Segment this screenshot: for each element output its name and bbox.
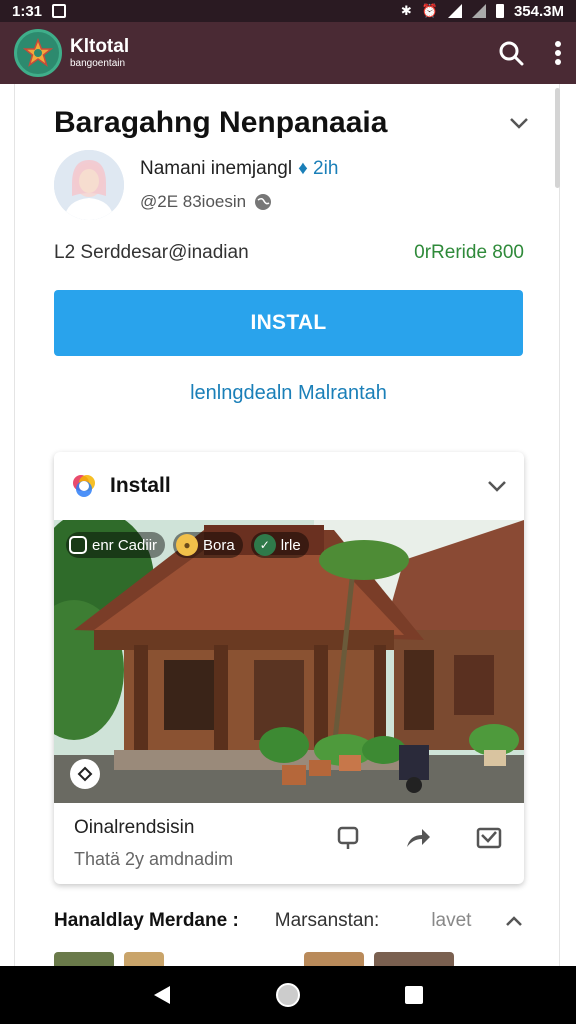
battery-icon [495, 4, 504, 18]
chip-2-label: Bora [203, 536, 235, 554]
chip-3-label: lrle [280, 536, 301, 554]
star-logo-icon [23, 38, 53, 67]
signal-2-icon [471, 4, 486, 18]
message-icon[interactable] [476, 826, 502, 850]
house-photo[interactable]: enr Cadiir ● Bora ✓ lrle [54, 520, 524, 803]
system-nav-bar [0, 966, 576, 1024]
tab-1[interactable]: Hanaldlay Merdane : [54, 910, 239, 932]
author-name: Namani inemjangl [140, 158, 293, 179]
card-footer-subtitle: Thatä 2y amdnadim [74, 849, 234, 869]
chevron-up-icon[interactable] [504, 915, 524, 927]
check-icon: ✓ [253, 534, 276, 556]
thumbnail[interactable] [124, 952, 164, 966]
instagram-icon [69, 536, 87, 554]
author-tag: ♦ 2ih [298, 158, 339, 179]
install-button[interactable]: INSTAL [54, 290, 523, 356]
share-icon[interactable] [404, 826, 432, 850]
chip-2[interactable]: ● Bora [173, 532, 243, 558]
app-bar: Kltotal bangoentain [0, 22, 576, 84]
app-colorful-icon [73, 475, 95, 497]
thumbnail[interactable] [304, 952, 364, 966]
meta-row: L2 Serddesar@inadian 0rReride 800 [54, 242, 524, 264]
play-button[interactable] [70, 759, 100, 789]
thumbnail[interactable] [174, 952, 294, 966]
author-profile[interactable]: Namani inemjangl ♦ 2ih @2E 83ioesin [54, 150, 338, 220]
alarm-icon: ⏰ [421, 3, 438, 18]
signal-icon [447, 4, 462, 18]
card-header[interactable]: Install [54, 452, 524, 520]
clock: 1:31 [12, 2, 43, 20]
author-handle: @2E 83ioesin [140, 192, 247, 211]
tab-2[interactable]: Marsanstan: [275, 910, 380, 932]
home-icon[interactable] [275, 982, 301, 1008]
scrollbar[interactable] [555, 88, 560, 188]
recents-icon[interactable] [404, 985, 424, 1005]
thumbnail-strip [54, 952, 524, 966]
chevron-down-icon[interactable] [508, 116, 530, 130]
avatar[interactable] [54, 150, 124, 220]
thumbnail[interactable] [374, 952, 454, 966]
card-title: Install [110, 474, 171, 497]
logo[interactable] [14, 29, 62, 77]
comment-icon[interactable] [336, 825, 360, 851]
install-card: Install enr Cadiir ● Bora ✓ lrle Oinalre… [54, 452, 524, 884]
author-name-row: Namani inemjangl ♦ 2ih [140, 158, 338, 180]
brand-name: Kltotal [70, 36, 130, 57]
play-icon [77, 766, 93, 782]
app-title: Baragahng Nenpanaaia [54, 106, 388, 139]
avatar-icon [54, 150, 124, 220]
app-title-row: Baragahng Nenpanaaia [40, 106, 530, 140]
brand: Kltotal bangoentain [70, 37, 129, 69]
notification-icon [52, 4, 67, 18]
globe-icon [255, 194, 272, 210]
back-icon[interactable] [152, 984, 172, 1006]
brand-subtitle: bangoentain [70, 58, 126, 69]
meta-right: 0rReride 800 [414, 242, 524, 263]
section-tabs: Hanaldlay Merdane : Marsanstan: lavet [54, 910, 524, 932]
photo-chips: enr Cadiir ● Bora ✓ lrle [66, 532, 309, 558]
meta-left: L2 Serddesar@inadian [54, 242, 249, 263]
thumbnail[interactable] [54, 952, 114, 966]
traditional-house-image [54, 520, 524, 803]
status-bar: 1:31 ✱ ⏰ 354.3M [0, 0, 576, 22]
location-icon: ● [176, 534, 199, 556]
tab-3[interactable]: lavet [431, 910, 471, 932]
bluetooth-icon: ✱ [400, 3, 412, 18]
sub-link[interactable]: lenlngdealn Malrantah [54, 382, 523, 405]
chevron-down-icon[interactable] [486, 479, 508, 493]
author-handle-row: @2E 83ioesin [140, 192, 338, 212]
chip-3[interactable]: ✓ lrle [250, 532, 309, 558]
status-data: 354.3M [513, 2, 564, 20]
chip-1-label: enr Cadiir [92, 536, 158, 554]
chip-1[interactable]: enr Cadiir [66, 532, 166, 558]
search-icon[interactable] [498, 40, 524, 66]
card-footer: Oinalrendsisin Thatä 2y amdnadim [54, 803, 524, 884]
more-options-icon[interactable] [554, 40, 562, 66]
